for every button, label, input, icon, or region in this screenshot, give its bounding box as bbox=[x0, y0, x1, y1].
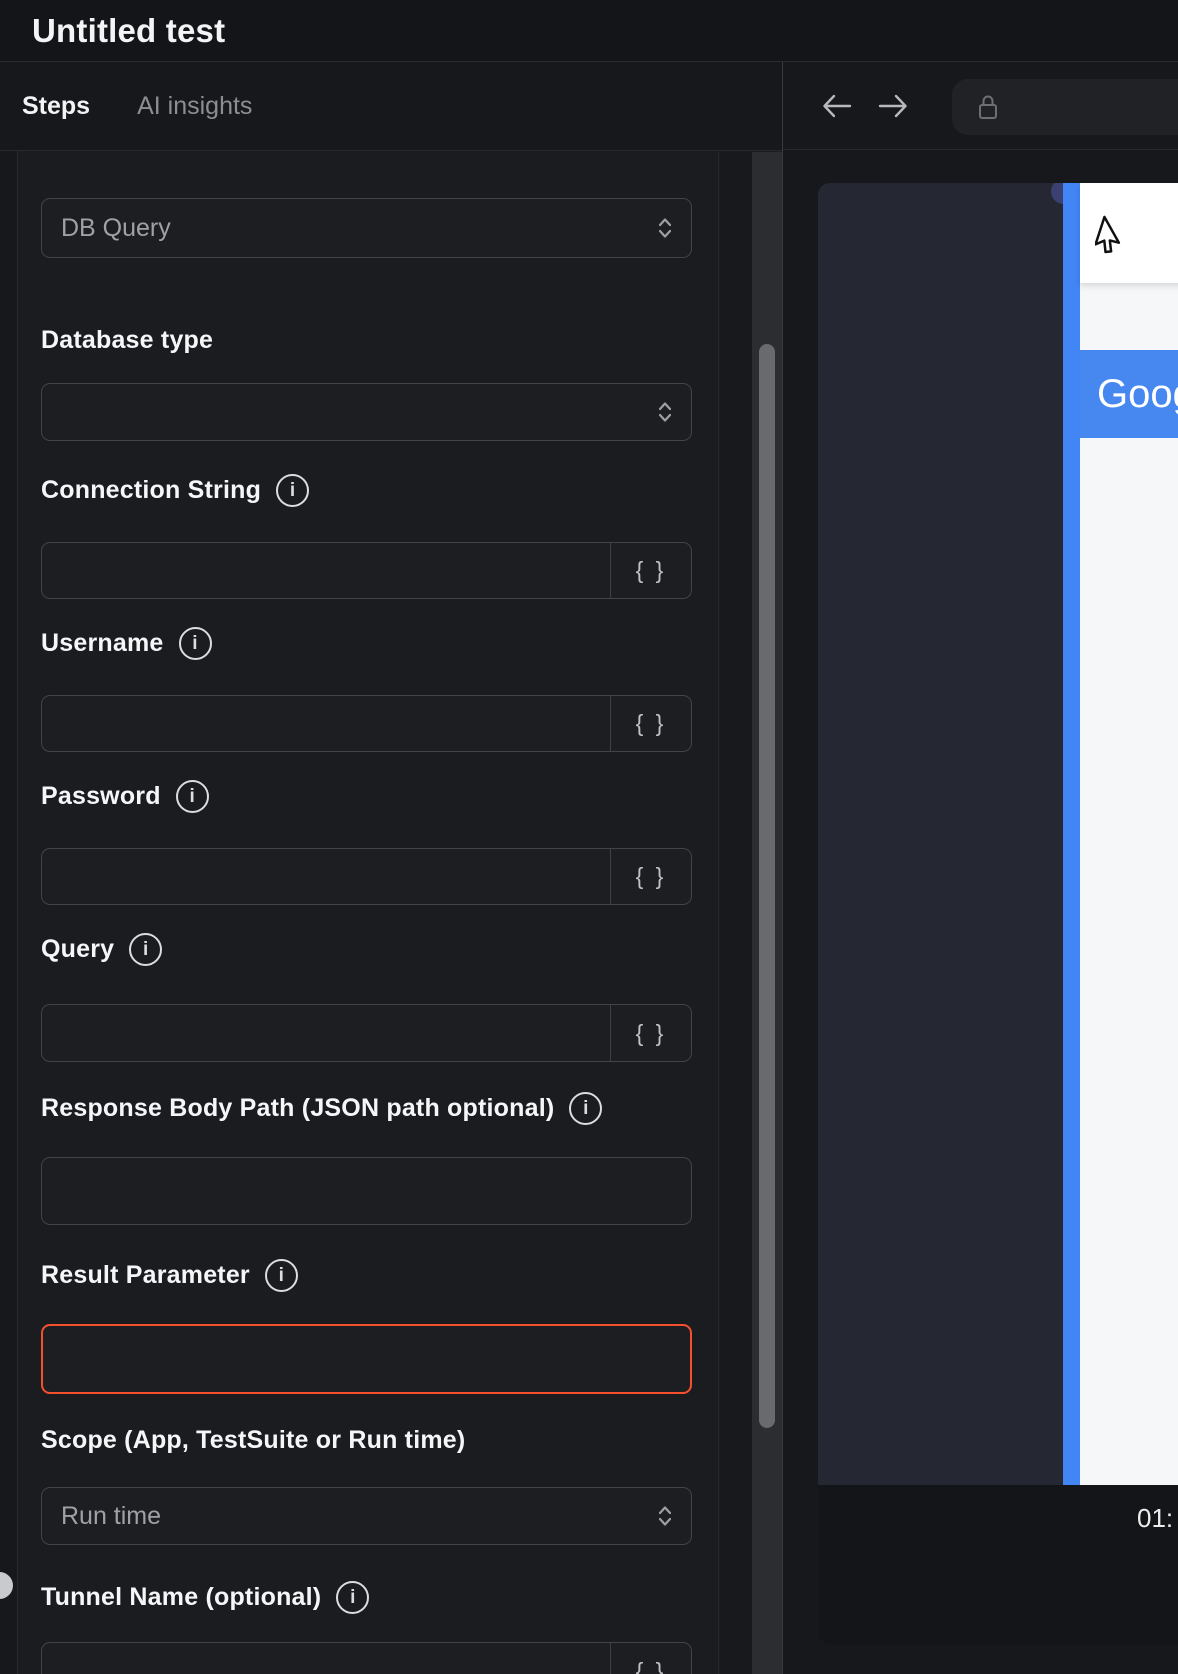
label-password: Passwordi bbox=[41, 780, 691, 813]
browser-toolbar bbox=[783, 62, 1178, 150]
select-scope-app-testsuite-or-run-time[interactable]: Run time bbox=[41, 1487, 692, 1545]
info-icon[interactable]: i bbox=[265, 1259, 298, 1292]
tab-steps[interactable]: Steps bbox=[22, 92, 90, 121]
field-username: Usernamei { } bbox=[41, 627, 691, 752]
variable-insert-button[interactable]: { } bbox=[610, 1643, 691, 1674]
input-response-body-path-json-path-optional[interactable] bbox=[41, 1157, 692, 1225]
forward-arrow-icon[interactable] bbox=[878, 93, 908, 119]
action-type-select[interactable]: DB Query bbox=[41, 198, 692, 258]
page-blue-strip bbox=[1063, 183, 1080, 1485]
steps-panel: Steps AI insights DB Query Database type C… bbox=[0, 62, 783, 1674]
variable-insert-button[interactable]: { } bbox=[610, 696, 691, 751]
field-result-parameter: Result Parameteri bbox=[41, 1259, 691, 1394]
input-result-parameter[interactable] bbox=[41, 1324, 692, 1394]
label-query: Queryi bbox=[41, 933, 691, 966]
input-username[interactable]: { } bbox=[41, 695, 692, 752]
info-icon[interactable]: i bbox=[129, 933, 162, 966]
field-connection-string: Connection Stringi { } bbox=[41, 474, 691, 599]
step-config-form: DB Query Database type Connection Stringi {… bbox=[19, 152, 719, 1674]
field-database-type: Database type bbox=[41, 326, 691, 441]
input-password[interactable]: { } bbox=[41, 848, 692, 905]
replay-controls-bar[interactable]: 01: bbox=[818, 1485, 1178, 1645]
app-window: Untitled test Steps AI insights DB Query… bbox=[0, 0, 1178, 1674]
variable-insert-button[interactable]: { } bbox=[610, 1005, 691, 1061]
title-bar: Untitled test bbox=[0, 0, 1178, 62]
label-response-body-path-json-path-optional: Response Body Path (JSON path optional)i bbox=[41, 1092, 691, 1125]
page-content-area: Goog bbox=[1080, 183, 1178, 1485]
label-scope-app-testsuite-or-run-time: Scope (App, TestSuite or Run time) bbox=[41, 1426, 691, 1455]
label-result-parameter: Result Parameteri bbox=[41, 1259, 691, 1292]
collapsed-side-rail bbox=[0, 151, 18, 1674]
google-banner: Goog bbox=[1080, 350, 1178, 438]
lock-icon bbox=[977, 93, 999, 121]
select-database-type[interactable] bbox=[41, 383, 692, 441]
replay-timestamp: 01: bbox=[1137, 1503, 1173, 1534]
label-username: Usernamei bbox=[41, 627, 691, 660]
scrollbar-thumb[interactable] bbox=[759, 344, 775, 1428]
url-bar[interactable] bbox=[952, 79, 1178, 135]
label-database-type: Database type bbox=[41, 326, 691, 355]
action-type-value: DB Query bbox=[42, 214, 171, 243]
input-connection-string[interactable]: { } bbox=[41, 542, 692, 599]
info-icon[interactable]: i bbox=[179, 627, 212, 660]
label-connection-string: Connection Stringi bbox=[41, 474, 691, 507]
scroll-gutter bbox=[720, 152, 752, 1674]
browser-preview-panel: Goog 01: bbox=[783, 62, 1178, 1674]
label-tunnel-name-optional: Tunnel Name (optional)i bbox=[41, 1581, 691, 1614]
page-title: Untitled test bbox=[32, 12, 225, 50]
field-response-body-path-json-path-optional: Response Body Path (JSON path optional)i bbox=[41, 1092, 691, 1225]
field-query: Queryi { } bbox=[41, 933, 691, 1062]
rail-handle-button[interactable] bbox=[0, 1572, 13, 1599]
info-icon[interactable]: i bbox=[276, 474, 309, 507]
field-password: Passwordi { } bbox=[41, 780, 691, 905]
field-scope-app-testsuite-or-run-time: Scope (App, TestSuite or Run time) Run ti… bbox=[41, 1426, 691, 1545]
tab-bar: Steps AI insights bbox=[0, 62, 783, 151]
info-icon[interactable]: i bbox=[176, 780, 209, 813]
google-banner-text: Goog bbox=[1080, 372, 1178, 417]
back-arrow-icon[interactable] bbox=[822, 93, 852, 119]
info-icon[interactable]: i bbox=[569, 1092, 602, 1125]
variable-insert-button[interactable]: { } bbox=[610, 849, 691, 904]
info-icon[interactable]: i bbox=[336, 1581, 369, 1614]
browser-viewport: Goog 01: bbox=[783, 150, 1178, 1674]
variable-insert-button[interactable]: { } bbox=[610, 543, 691, 598]
mouse-cursor-icon bbox=[1095, 214, 1135, 254]
tab-ai-insights[interactable]: AI insights bbox=[137, 92, 252, 121]
scrollbar[interactable] bbox=[752, 152, 782, 1674]
replay-video-frame[interactable]: Goog bbox=[818, 183, 1178, 1485]
field-tunnel-name-optional: Tunnel Name (optional)i { } bbox=[41, 1581, 691, 1674]
input-tunnel-name-optional[interactable]: { } bbox=[41, 1642, 692, 1674]
input-query[interactable]: { } bbox=[41, 1004, 692, 1062]
